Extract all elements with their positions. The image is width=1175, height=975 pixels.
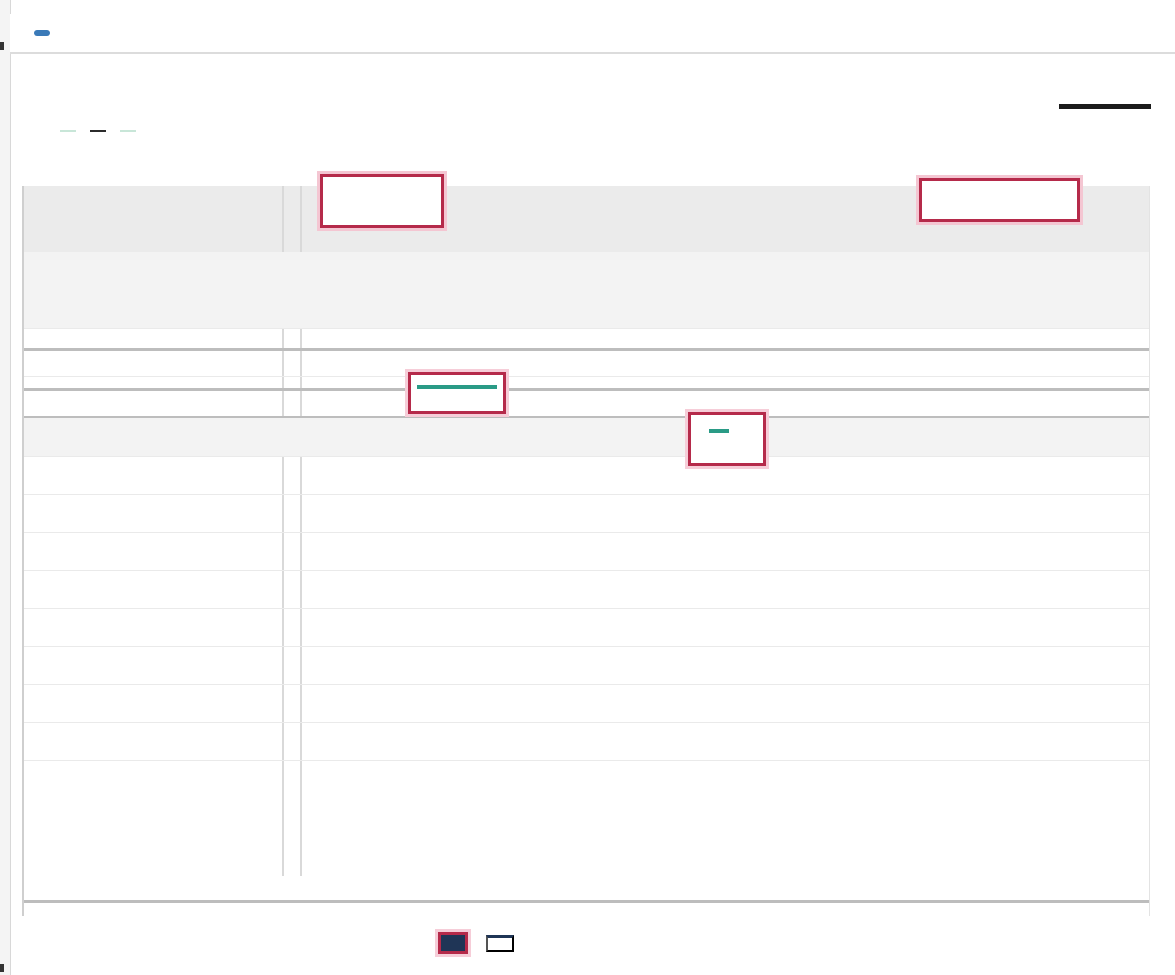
table-cell <box>104 608 214 646</box>
table-row[interactable] <box>24 862 1149 903</box>
table-cell <box>674 570 764 608</box>
table-cell <box>674 684 764 722</box>
table-cell <box>404 608 494 646</box>
table-cell <box>404 646 494 684</box>
table-row[interactable] <box>24 378 1149 419</box>
table-cell <box>974 862 1034 900</box>
rail-marker <box>0 964 4 972</box>
table-cell <box>404 570 494 608</box>
table-cell <box>104 252 214 290</box>
table-cell <box>974 722 1034 760</box>
active-cell-editor[interactable] <box>688 412 766 466</box>
table-cell <box>404 684 494 722</box>
table-row[interactable] <box>24 494 1149 533</box>
table-row[interactable] <box>24 252 1149 291</box>
table-cell <box>974 378 1034 416</box>
active-cell-editor[interactable] <box>408 372 506 414</box>
cell-editor-highlight <box>417 385 497 389</box>
table-row[interactable] <box>24 722 1149 761</box>
table-row[interactable] <box>24 684 1149 723</box>
filter-chip[interactable] <box>60 122 76 132</box>
column-header[interactable] <box>84 186 244 252</box>
column-header[interactable] <box>444 186 564 252</box>
table-row[interactable] <box>24 646 1149 685</box>
table-cell <box>674 608 764 646</box>
left-rail <box>0 0 11 975</box>
table-cell <box>674 646 764 684</box>
table-cell <box>974 418 1034 456</box>
header-widget[interactable] <box>1047 70 1157 130</box>
table-cell <box>674 722 764 760</box>
table-cell <box>104 570 214 608</box>
table-row[interactable] <box>24 608 1149 647</box>
data-grid <box>22 174 1150 916</box>
table-cell <box>104 418 214 456</box>
table-cell <box>404 252 494 290</box>
filter-chip-active[interactable] <box>90 122 106 132</box>
filter-bar <box>60 110 620 144</box>
table-cell <box>404 862 494 900</box>
table-cell <box>404 722 494 760</box>
secondary-button[interactable] <box>486 934 514 952</box>
table-row[interactable] <box>24 456 1149 495</box>
table-cell <box>674 532 764 570</box>
widget-bar <box>1059 104 1151 109</box>
table-cell <box>104 378 214 416</box>
table-row[interactable] <box>24 532 1149 571</box>
app-window <box>0 0 1175 975</box>
table-cell <box>674 252 764 290</box>
table-cell <box>104 722 214 760</box>
table-cell <box>104 532 214 570</box>
window-badge <box>34 30 50 36</box>
table-cell <box>104 862 214 900</box>
cell-editor-highlight <box>709 429 729 433</box>
table-cell <box>674 378 764 416</box>
column-filter-input[interactable] <box>320 174 444 228</box>
table-cell <box>674 862 764 900</box>
table-cell <box>974 252 1034 290</box>
rail-marker <box>0 42 4 50</box>
table-row[interactable] <box>24 418 1149 457</box>
table-cell <box>404 494 494 532</box>
table-cell <box>974 646 1034 684</box>
table-cell <box>974 608 1034 646</box>
grid-header <box>24 174 1149 254</box>
table-cell <box>404 456 494 494</box>
footer-actions <box>438 918 758 968</box>
table-cell <box>674 494 764 532</box>
title-bar <box>10 14 1175 54</box>
filter-chip[interactable] <box>120 122 136 132</box>
column-header[interactable] <box>634 186 804 252</box>
table-cell <box>974 494 1034 532</box>
table-cell <box>404 418 494 456</box>
table-cell <box>104 456 214 494</box>
table-cell <box>974 684 1034 722</box>
table-cell <box>104 684 214 722</box>
table-cell <box>404 532 494 570</box>
table-cell <box>104 646 214 684</box>
table-row[interactable] <box>24 570 1149 609</box>
table-cell <box>974 456 1034 494</box>
table-cell <box>974 570 1034 608</box>
primary-button[interactable] <box>438 932 468 954</box>
table-cell <box>104 494 214 532</box>
table-cell <box>974 532 1034 570</box>
